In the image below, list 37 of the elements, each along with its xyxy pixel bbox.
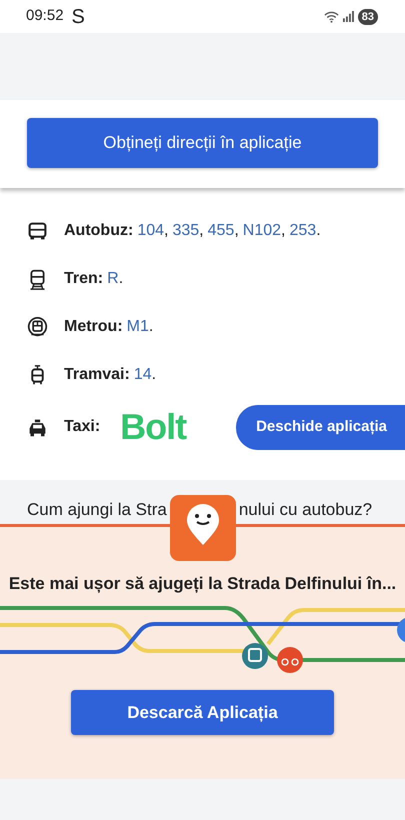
line-link[interactable]: 455 <box>208 219 234 243</box>
section-heading: nului cu autobuz? <box>238 500 372 521</box>
open-app-button[interactable]: Deschide aplicația <box>236 404 405 450</box>
punctuation-text: , <box>281 221 286 241</box>
punctuation-text: . <box>316 221 321 241</box>
line-link[interactable]: 104 <box>137 219 164 243</box>
mode-label: Tren: <box>64 269 104 289</box>
signal-icon <box>342 11 354 22</box>
line-link[interactable]: 253 <box>289 219 316 243</box>
metro-icon <box>27 316 48 338</box>
line-link[interactable]: 335 <box>172 219 200 243</box>
punctuation-text: . <box>152 365 156 385</box>
promo-text: Este mai ușor să ajugeți la Strada Delfinului în... <box>8 573 397 595</box>
bolt-logo: Bolt <box>120 409 186 445</box>
taxi-icon <box>27 416 48 438</box>
clock-text: 09:52 <box>26 6 64 26</box>
punctuation-text: . <box>148 317 154 337</box>
mode-label: Taxi: <box>64 417 100 437</box>
line-link[interactable]: 14 <box>134 363 152 387</box>
punctuation-text: . <box>118 269 124 289</box>
line-link[interactable]: N102 <box>242 219 282 243</box>
mode-label: Tramvai: <box>64 365 130 385</box>
mode-label: Autobuz: <box>64 221 134 241</box>
mode-label: Metrou: <box>64 317 123 337</box>
punctuation-text: , <box>199 221 204 241</box>
bus-icon <box>27 220 48 242</box>
punctuation-text: , <box>164 221 168 241</box>
battery-level: 83 <box>358 8 378 24</box>
section-heading: Cum ajungi la Stra <box>27 500 167 521</box>
wifi-icon <box>324 10 339 22</box>
line-link[interactable]: M1 <box>126 315 149 339</box>
directions-button[interactable]: Obțineți direcții în aplicație <box>27 118 378 168</box>
app-logo <box>170 495 236 561</box>
notification-icon: S <box>72 2 85 32</box>
download-button[interactable]: Descarcă Aplicația <box>71 690 334 735</box>
punctuation-text: , <box>234 221 239 241</box>
line-link[interactable]: R <box>107 267 119 291</box>
